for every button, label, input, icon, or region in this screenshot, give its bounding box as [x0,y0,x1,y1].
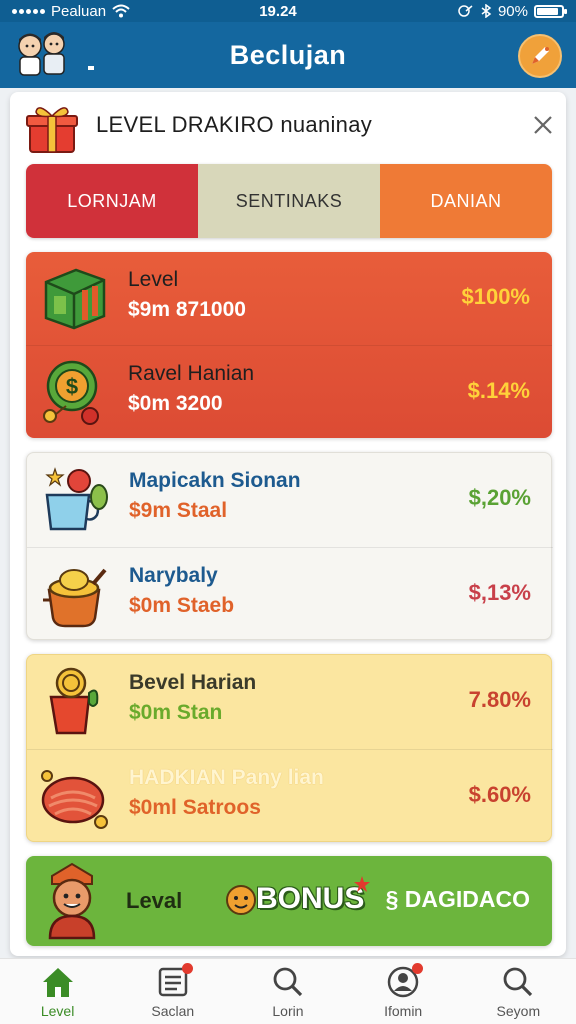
nav-item-saclan[interactable]: Saclan [115,959,230,1024]
star-icon [354,876,370,892]
row-value: $.60% [468,782,531,807]
cooking-pot-icon [43,568,107,628]
list-item[interactable]: $ Ravel Hanian $0m 3200 $.14% [26,345,552,438]
bonus-label: BONUS [256,882,365,915]
tab-lornjam[interactable]: LORNJAM [26,164,198,238]
row-value: 7.80% [468,687,531,712]
meat-steak-icon [41,770,108,829]
dollar-coin-icon: $ [43,360,99,425]
row-title: Level [128,268,179,291]
bonus-code: § DAGIDACO [385,886,530,912]
status-bar: Pealuan 19.24 90% [0,0,576,22]
tab-bar: LORNJAM SENTINAKS DANIAN [26,164,552,238]
bluetooth-icon [481,4,492,18]
row-title: Narybaly [129,564,218,587]
pencil-icon [532,47,549,64]
svg-text:$: $ [66,374,78,399]
row-value: $,20% [468,485,531,510]
nav-label: Ifomin [384,1003,423,1019]
app-header: Beclujan [0,22,576,88]
battery-icon [534,4,567,18]
wifi-icon [112,4,130,18]
header-indicator [88,66,94,70]
nav-item-seyom[interactable]: Seyom [461,959,576,1024]
tab-danian[interactable]: DANIAN [380,164,552,238]
row-subtitle: $9m 871000 [128,298,246,321]
nav-label: Saclan [151,1003,195,1019]
list-item[interactable]: Mapicakn Sionan $9m Staal $,20% [27,453,553,546]
list-icon [155,963,193,999]
list-item[interactable]: Bevel Harian $0m Stan 7.80% [27,655,553,748]
nav-item-level[interactable]: Level [0,959,115,1024]
gift-icon [26,107,78,153]
bottom-nav: Level Saclan Lorin Ifomin Seyom [0,958,576,1024]
reward-group-red: Level $9m 871000 $100% $ Ravel Hanian $0… [26,252,552,438]
close-button[interactable] [528,110,558,140]
bonus-level-label: Leval [126,888,183,913]
coin-bag-icon [49,667,99,735]
row-value: $100% [461,284,530,309]
list-item[interactable]: HADKIAN Pany lian $0ml Satroos $.60% [27,749,553,842]
profile-icon [385,963,424,999]
row-subtitle: $0m Stan [129,701,223,724]
status-time: 19.24 [259,2,297,20]
battery-label: 90% [497,2,528,20]
row-title: HADKIAN Pany lian [129,766,324,789]
reward-group-yellow: Bevel Harian $0m Stan 7.80% HADKIAN Pany… [26,654,553,842]
search-icon [503,967,533,997]
list-item[interactable]: Narybaly $0m Staeb $,13% [27,547,553,640]
edit-button[interactable] [518,34,562,78]
card-header: LEVEL DRAKIRO nuaninay [10,92,566,158]
card-title: LEVEL DRAKIRO nuaninay [96,112,373,137]
signal-icon [12,8,45,14]
green-box-icon [44,268,106,330]
close-icon [534,116,552,134]
row-subtitle: $0m Staeb [129,594,235,617]
row-subtitle: $0m 3200 [128,392,223,415]
row-title: Bevel Harian [129,671,257,694]
row-value: $,13% [468,580,531,605]
cup-fruit-icon [45,467,108,531]
row-subtitle: $9m Staal [129,499,228,522]
level-card: LEVEL DRAKIRO nuaninay LORNJAM SENTINAKS… [10,92,566,956]
row-title: Mapicakn Sionan [129,469,301,492]
home-icon [42,968,73,997]
row-title: Ravel Hanian [128,362,255,385]
avatar[interactable] [12,30,72,78]
search-icon [273,967,303,997]
row-subtitle: $0ml Satroos [129,796,261,819]
nav-item-lorin[interactable]: Lorin [230,959,345,1024]
row-value: $.14% [467,378,530,403]
nav-label: Level [40,1003,75,1019]
page-title: Beclujan [229,39,347,70]
nav-label: Lorin [272,1003,304,1019]
bonus-banner[interactable]: Leval BONUS § DAGIDACO [26,856,552,946]
notification-badge [181,963,193,974]
carrier-label: Pealuan [51,2,107,20]
location-icon [458,5,473,17]
face-badge-icon [226,885,256,915]
nav-label: Seyom [496,1003,541,1019]
reward-group-white: Mapicakn Sionan $9m Staal $,20% Narybaly… [26,452,553,640]
character-icon [48,862,96,940]
nav-item-ifomin[interactable]: Ifomin [346,959,461,1024]
notification-badge [412,963,424,974]
tab-sentinaks[interactable]: SENTINAKS [198,164,380,238]
list-item[interactable]: Level $9m 871000 $100% [26,252,552,345]
